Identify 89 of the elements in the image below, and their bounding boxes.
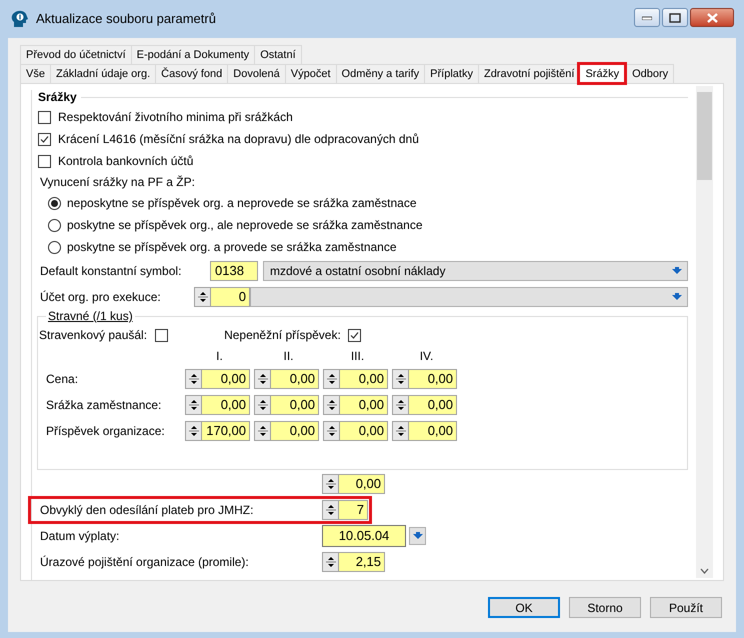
checkbox-label: Nepeněžní příspěvek: [224, 327, 341, 344]
chevron-down-icon[interactable] [700, 568, 709, 574]
radio-label: poskytne se příspěvek org. a provede se srážka zaměstnance [67, 239, 397, 256]
spin-field[interactable]: 0,00 [323, 395, 388, 415]
scrollbar[interactable] [696, 86, 713, 578]
checkbox-label: Krácení L4616 (měsíční srážka na dopravu) dle odpracovaných dnů [58, 131, 419, 148]
dropdown-arrow-icon[interactable] [671, 292, 683, 302]
checkbox[interactable] [38, 110, 51, 124]
spin-arrows-icon[interactable] [393, 370, 409, 388]
spin-arrows-icon[interactable] [393, 396, 409, 414]
spin-arrows-icon[interactable] [255, 422, 271, 440]
symbol-dropdown[interactable]: mzdové a ostatní osobní náklady [263, 261, 688, 281]
maximize-button[interactable] [662, 8, 688, 27]
tab[interactable]: Srážky [579, 64, 626, 83]
tab[interactable]: Vše [20, 64, 51, 83]
app-logo-icon [10, 9, 30, 29]
close-icon[interactable] [706, 12, 718, 22]
dropdown-arrow-icon[interactable] [412, 531, 424, 541]
field-label: Datum výplaty: [40, 529, 120, 543]
close-button[interactable] [690, 8, 734, 27]
spin-arrows-icon[interactable] [323, 553, 339, 571]
radio-label: neposkytne se příspěvek org. a neprovede se srážka zaměstnace [67, 195, 417, 212]
column-header: III. [350, 348, 364, 365]
spin-field[interactable]: 0,00 [254, 369, 319, 389]
checkbox[interactable] [38, 132, 51, 146]
minimize-button[interactable] [634, 8, 660, 27]
spin-arrows-icon[interactable] [195, 288, 211, 306]
checkbox[interactable] [38, 154, 51, 168]
spin-arrows-icon[interactable] [324, 370, 340, 388]
spin-arrows-icon[interactable] [323, 475, 339, 493]
row-label: Příspěvek organizace: [46, 423, 166, 440]
spin-arrows-icon[interactable] [324, 396, 340, 414]
checkbox-label: Kontrola bankovních účtů [58, 153, 194, 170]
column-header: IV. [420, 348, 434, 365]
spin-field[interactable]: 0,00 [322, 474, 385, 494]
column-header: I. [216, 348, 223, 365]
column-header: II. [283, 348, 294, 365]
row-label: Cena: [46, 371, 80, 388]
spin-field[interactable]: 0,00 [185, 395, 250, 415]
spin-field[interactable]: 0,00 [323, 421, 388, 441]
spin-arrows-icon[interactable] [186, 396, 202, 414]
dialog-button[interactable]: Storno [569, 597, 641, 618]
group-title: Stravné (/1 kus) [47, 308, 134, 325]
symbol-field[interactable]: 0138 [210, 261, 258, 281]
spin-arrows-icon[interactable] [393, 422, 409, 440]
spin-field[interactable]: 0,00 [185, 369, 250, 389]
maximize-icon[interactable] [669, 12, 681, 22]
date-dropdown-button[interactable] [409, 527, 426, 545]
spin-arrows-icon[interactable] [255, 370, 271, 388]
spin-arrows-icon[interactable] [255, 396, 271, 414]
checkbox-label: Respektování životního minima při srážkách [58, 109, 293, 126]
spin-arrows-icon[interactable] [186, 422, 202, 440]
field-label: Obvyklý den odesílání plateb pro JMHZ: [40, 503, 254, 517]
spin-field[interactable]: 2,15 [322, 552, 385, 572]
tab[interactable]: Ostatní [254, 45, 302, 64]
spin-field[interactable]: 0,00 [392, 395, 457, 415]
spin-field[interactable]: 0,00 [254, 395, 319, 415]
radio-group-label: Vynucení srážky na PF a ŽP: [40, 174, 195, 191]
spin-arrows-icon[interactable] [323, 501, 339, 519]
radio-button[interactable] [48, 218, 61, 232]
dropdown-arrow-icon[interactable] [671, 266, 683, 276]
spin-field[interactable]: 0,00 [254, 421, 319, 441]
dialog-button[interactable]: OK [488, 597, 560, 618]
spin-arrows-icon[interactable] [324, 422, 340, 440]
row-label: Srážka zaměstnance: [46, 397, 162, 414]
field-label: Účet org. pro exekuce: [39, 289, 162, 306]
checkbox-label: Stravenkový paušál: [39, 327, 148, 344]
radio-button[interactable] [48, 196, 61, 210]
spin-field[interactable]: 0,00 [392, 369, 457, 389]
radio-label: poskytne se příspěvek org., ale neprovede se srážka zaměstnance [67, 217, 423, 234]
spin-arrows-icon[interactable] [186, 370, 202, 388]
tab[interactable]: Odbory [626, 64, 674, 83]
spin-field[interactable]: 0,00 [323, 369, 388, 389]
radio-button[interactable] [48, 240, 61, 254]
spin-field[interactable]: 0 [194, 287, 250, 307]
field-label: Úrazové pojištění organizace (promile): [40, 555, 249, 569]
dialog-button[interactable]: Použít [650, 597, 722, 618]
spin-field[interactable]: 0,00 [392, 421, 457, 441]
spin-field[interactable]: 7 [322, 500, 368, 520]
group-title: Srážky [37, 89, 78, 106]
tab[interactable]: Převod do účetnictví [20, 45, 132, 64]
window-title: Aktualizace souboru parametrů [36, 10, 216, 28]
minimize-icon[interactable] [642, 16, 652, 20]
spin-field[interactable]: 170,00 [185, 421, 250, 441]
scrollbar-thumb[interactable] [697, 92, 712, 180]
checkbox[interactable] [155, 328, 168, 342]
field-label: Default konstantní symbol: [39, 263, 182, 280]
date-field[interactable]: 10.05.04 [322, 525, 406, 547]
checkbox[interactable] [348, 328, 361, 342]
